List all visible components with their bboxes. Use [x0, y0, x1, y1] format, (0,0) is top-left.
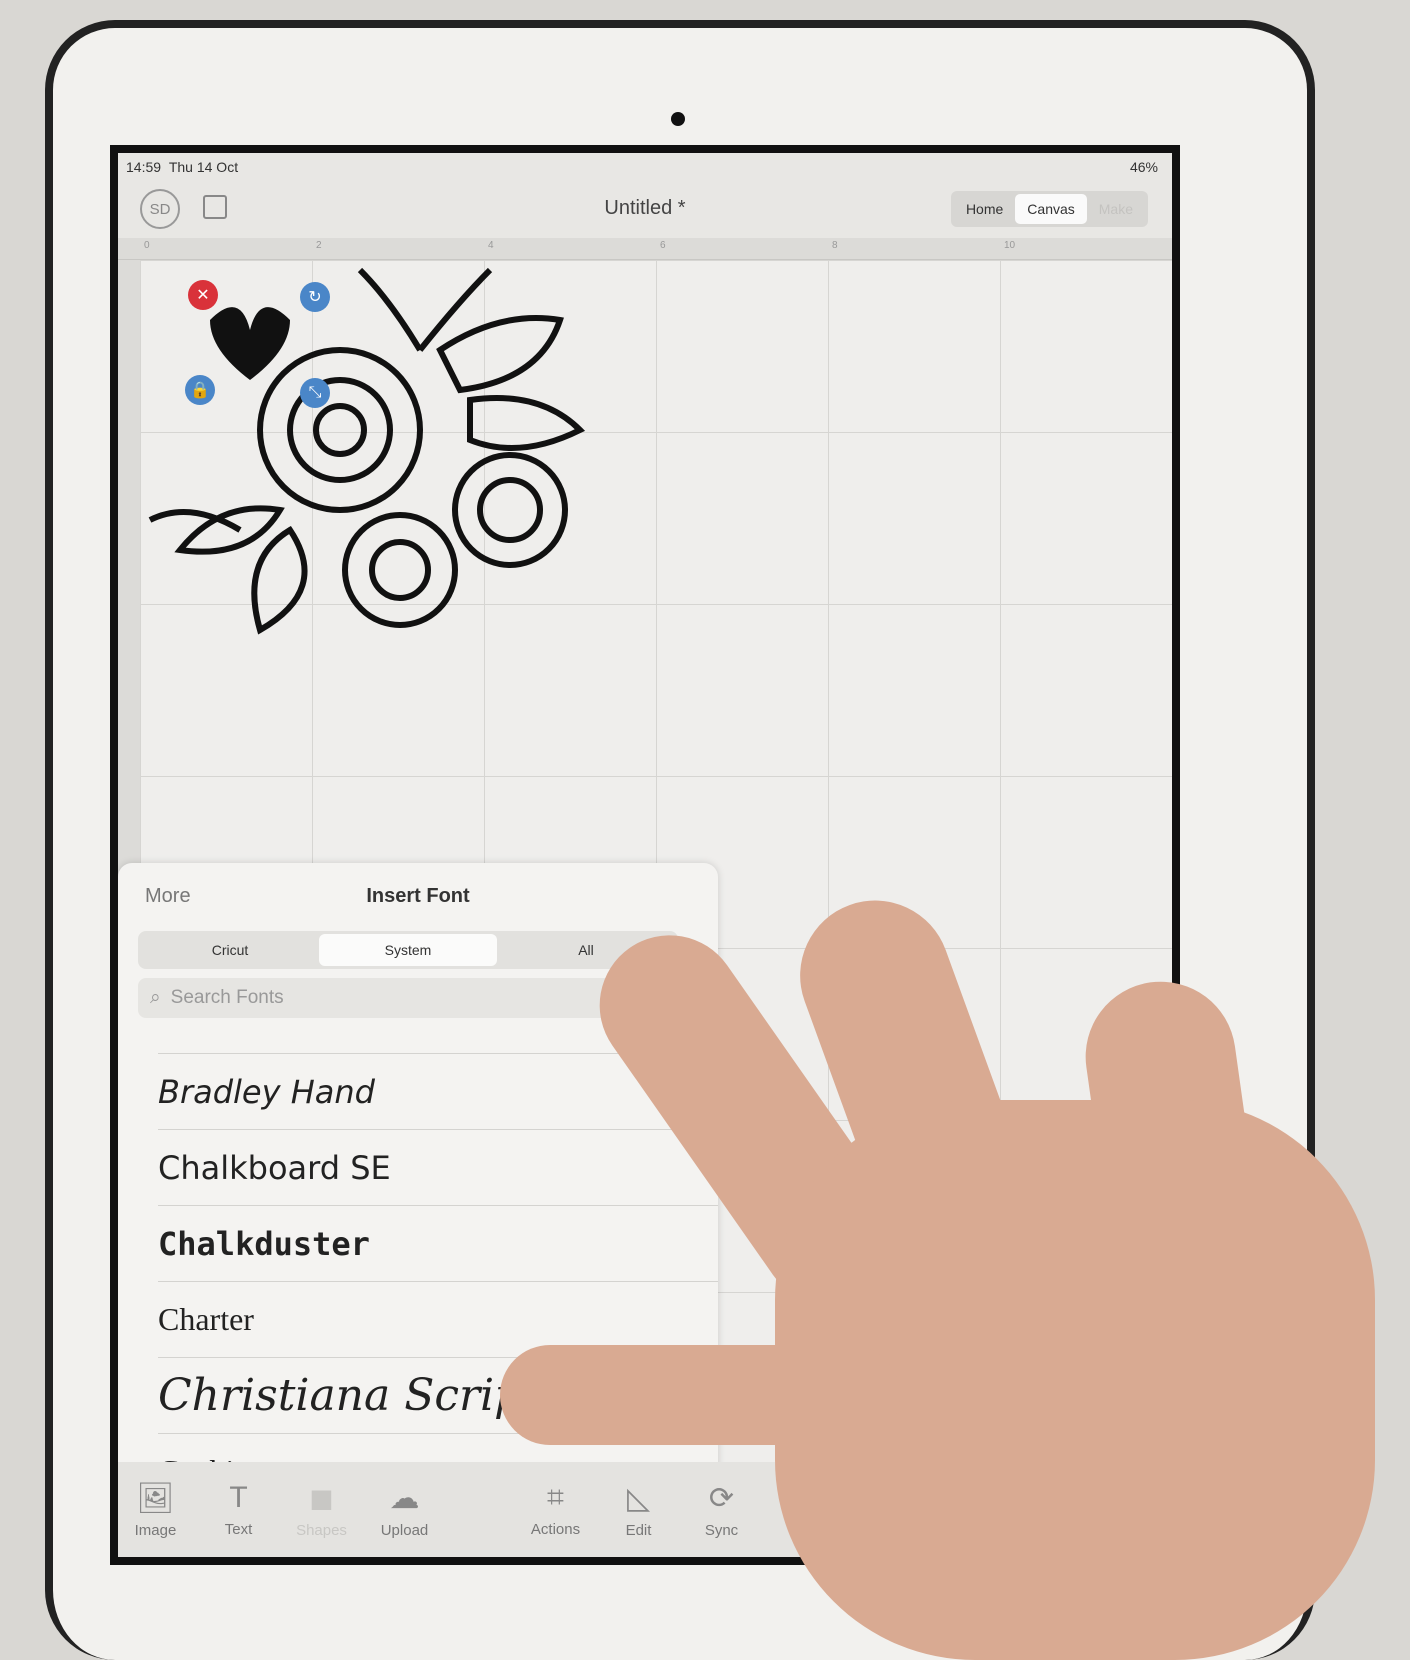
delete-handle-icon[interactable]: ✕: [188, 280, 218, 310]
date: Thu 14 Oct: [168, 159, 239, 175]
battery: 46%: [1129, 159, 1158, 175]
lock-handle-icon[interactable]: 🔒: [185, 375, 215, 405]
tab-home[interactable]: Home: [954, 194, 1015, 224]
top-bar: SD Untitled * Home Canvas Make: [118, 183, 1172, 238]
floral-image[interactable]: [140, 260, 600, 660]
actions-icon: ⌗: [547, 1481, 564, 1514]
edit-icon: ◺: [626, 1481, 651, 1515]
tab-make[interactable]: Make: [1087, 194, 1145, 224]
sync-icon: ⟳: [708, 1481, 735, 1515]
font-item[interactable]: Chalkduster: [158, 1205, 718, 1281]
search-fonts-input[interactable]: ⌕ Search Fonts: [138, 978, 658, 1018]
font-item[interactable]: Chalkboard SE: [158, 1129, 718, 1205]
panel-title: Insert Font: [366, 885, 470, 907]
time: 14:59: [126, 159, 162, 175]
search-icon: ⌕: [150, 987, 161, 1008]
font-source-tabs: Cricut System All: [138, 931, 678, 969]
image-button[interactable]: 🖼 Image: [118, 1462, 193, 1557]
shapes-icon: ◼: [309, 1481, 334, 1515]
text-add-icon: T: [229, 1481, 248, 1514]
mode-tabs: Home Canvas Make: [950, 191, 1148, 227]
upload-button[interactable]: ☁ Upload: [367, 1462, 442, 1557]
sync-button[interactable]: ⟳ Sync: [684, 1462, 759, 1557]
shapes-button[interactable]: ◼ Shapes: [284, 1462, 359, 1557]
tab-canvas[interactable]: Canvas: [1015, 194, 1087, 224]
tab-cricut[interactable]: Cricut: [141, 934, 319, 966]
rotate-handle-icon[interactable]: ↻: [300, 282, 330, 312]
actions-button[interactable]: ⌗ Actions: [518, 1462, 593, 1557]
image-add-icon: 🖼: [136, 1481, 175, 1515]
edit-button[interactable]: ◺ Edit: [601, 1462, 676, 1557]
status-bar: 14:59 Thu 14 Oct 46%: [126, 159, 1158, 175]
camera: [671, 112, 685, 126]
text-button[interactable]: T Text: [201, 1462, 276, 1557]
tab-system[interactable]: System: [319, 934, 497, 966]
resize-handle-icon[interactable]: ⤡: [300, 378, 330, 408]
upload-cloud-icon: ☁: [389, 1481, 420, 1515]
horizontal-ruler: 0 2 4 6 8 10: [118, 238, 1172, 260]
